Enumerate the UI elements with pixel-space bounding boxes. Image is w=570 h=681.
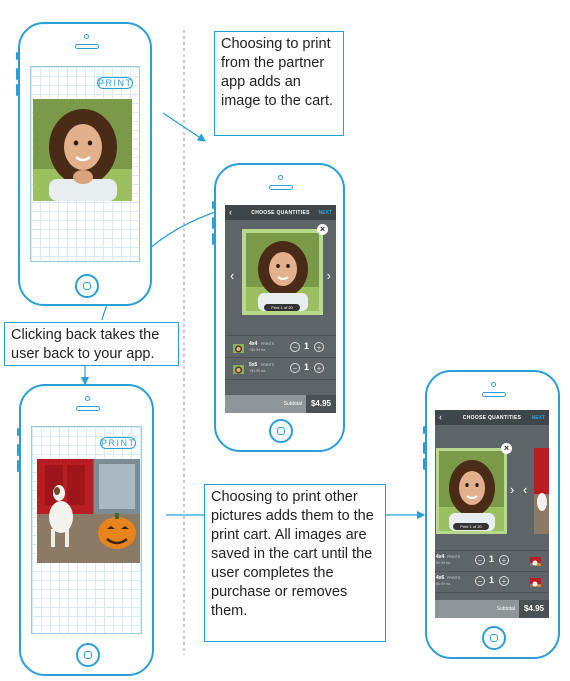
phone-partner-app-bottom: PRINT — [17, 384, 154, 676]
print-button[interactable]: PRINT — [100, 437, 136, 449]
subtotal-bar: Subtotal $4.95 — [225, 395, 336, 413]
quantity-value: 1 — [489, 554, 495, 564]
quantity-value: 1 — [304, 341, 310, 351]
side-button — [16, 52, 18, 60]
camera-icon — [85, 396, 90, 401]
photo-card: × Print 1 of 20 — [436, 443, 512, 534]
subtotal-label: Subtotal — [496, 606, 515, 612]
dog-pumpkin-image — [37, 459, 140, 563]
girl-photo — [439, 451, 504, 531]
prev-photo-icon[interactable]: ‹ — [230, 268, 234, 283]
camera-icon — [278, 175, 283, 180]
page-indicator: Print 1 of 20 — [453, 523, 489, 530]
quantity-row: 4x4 PRINTS +$0.99 ea. − 1 + — [225, 339, 336, 357]
side-button — [212, 217, 214, 229]
print-button[interactable]: PRINT — [97, 77, 133, 89]
print-size: 4x6 — [436, 575, 445, 581]
arrow-partner-to-cart — [162, 112, 206, 142]
cart-header: ‹ CHOOSE QUANTITIES NEXT — [225, 205, 336, 220]
cart-screen: ‹ CHOOSE QUANTITIES NEXT × Print 1 of 20 — [435, 410, 549, 618]
print-unit: PRINTS — [261, 363, 275, 367]
page-indicator: Print 1 of 20 — [264, 304, 300, 311]
dog-pumpkin-photo-peek — [534, 448, 549, 534]
camera-icon — [491, 382, 496, 387]
increment-button[interactable]: + — [314, 342, 324, 352]
subtotal-value: $4.95 — [519, 600, 549, 618]
side-button — [423, 426, 425, 434]
side-button — [16, 68, 18, 80]
quantity-row: 4x6 PRINTS $0.99 ea. − 1 + — [435, 573, 549, 591]
side-button — [423, 458, 425, 470]
home-button — [76, 643, 100, 667]
quantity-row: 5x5 PRINTS +$1.00 ea. − 1 + — [225, 360, 336, 378]
phone-cart-middle: ‹ CHOOSE QUANTITIES NEXT ‹ › × Print 1 o… — [212, 163, 345, 452]
price-each: +$0.99 ea. — [249, 348, 267, 352]
increment-button[interactable]: + — [499, 555, 509, 565]
print-unit: PRINTS — [447, 555, 461, 559]
side-button — [17, 460, 19, 472]
dog-pumpkin-photo — [37, 459, 140, 563]
next-button[interactable]: NEXT — [532, 415, 545, 421]
app-screen: PRINT — [31, 426, 142, 634]
print-size: 5x5 — [249, 362, 258, 368]
callout-back: Clicking back takes the user back to you… — [4, 322, 179, 366]
speaker — [75, 44, 99, 49]
prev-photo-icon[interactable]: ‹ — [523, 482, 527, 497]
price-each: +$1.00 ea. — [249, 369, 267, 373]
girl-photo — [246, 233, 319, 311]
girl-photo-image — [246, 233, 319, 311]
quantity-value: 1 — [489, 575, 495, 585]
quantity-row: 4x4 PRINTS $0.99 ea. − 1 + — [435, 552, 549, 570]
subtotal-bar: Subtotal $4.95 — [435, 600, 549, 618]
subtotal-value: $4.95 — [306, 395, 336, 413]
home-button — [269, 419, 293, 443]
row-thumbnail — [530, 555, 541, 566]
print-unit: PRINTS — [261, 342, 275, 346]
camera-icon — [84, 34, 89, 39]
app-screen: PRINT — [30, 66, 140, 262]
row-thumbnail — [233, 342, 244, 353]
decrement-button[interactable]: − — [475, 555, 485, 565]
home-button — [75, 274, 99, 298]
remove-photo-icon[interactable]: × — [317, 224, 328, 235]
callout-partner-app: Choosing to print from the partner app a… — [214, 31, 344, 136]
next-photo-icon[interactable]: › — [510, 482, 514, 497]
side-button — [17, 444, 19, 456]
row-thumbnail — [530, 576, 541, 587]
decrement-button[interactable]: − — [290, 342, 300, 352]
price-each: $0.99 ea. — [436, 582, 451, 586]
photo-card: × Print 1 of 20 — [242, 224, 328, 315]
cart-screen: ‹ CHOOSE QUANTITIES NEXT ‹ › × Print 1 o… — [225, 205, 336, 413]
next-photo-icon[interactable]: › — [327, 268, 331, 283]
cart-header: ‹ CHOOSE QUANTITIES NEXT — [435, 410, 549, 425]
increment-button[interactable]: + — [499, 576, 509, 586]
speaker — [76, 406, 100, 411]
quantity-value: 1 — [304, 362, 310, 372]
girl-photo — [33, 99, 132, 201]
phone-partner-app-top: PRINT — [16, 22, 152, 306]
girl-photo-image — [33, 99, 132, 201]
side-button — [17, 428, 19, 436]
decrement-button[interactable]: − — [290, 363, 300, 373]
print-size: 4x4 — [249, 341, 258, 347]
subtotal-label: Subtotal — [283, 401, 302, 407]
side-button — [212, 201, 214, 209]
girl-photo-image — [439, 451, 504, 531]
side-button — [423, 442, 425, 454]
remove-photo-icon[interactable]: × — [501, 443, 512, 454]
side-button — [16, 84, 18, 96]
speaker — [482, 392, 506, 397]
print-size: 4x4 — [436, 554, 445, 560]
callout-print-other: Choosing to print other pictures adds th… — [204, 484, 386, 642]
row-thumbnail — [233, 363, 244, 374]
decrement-button[interactable]: − — [475, 576, 485, 586]
phone-cart-right: ‹ CHOOSE QUANTITIES NEXT × Print 1 of 20 — [423, 370, 560, 659]
home-button — [482, 626, 506, 650]
next-button[interactable]: NEXT — [319, 210, 332, 216]
speaker — [269, 185, 293, 190]
print-unit: PRINTS — [447, 576, 461, 580]
side-button — [212, 233, 214, 245]
price-each: $0.99 ea. — [436, 561, 451, 565]
increment-button[interactable]: + — [314, 363, 324, 373]
